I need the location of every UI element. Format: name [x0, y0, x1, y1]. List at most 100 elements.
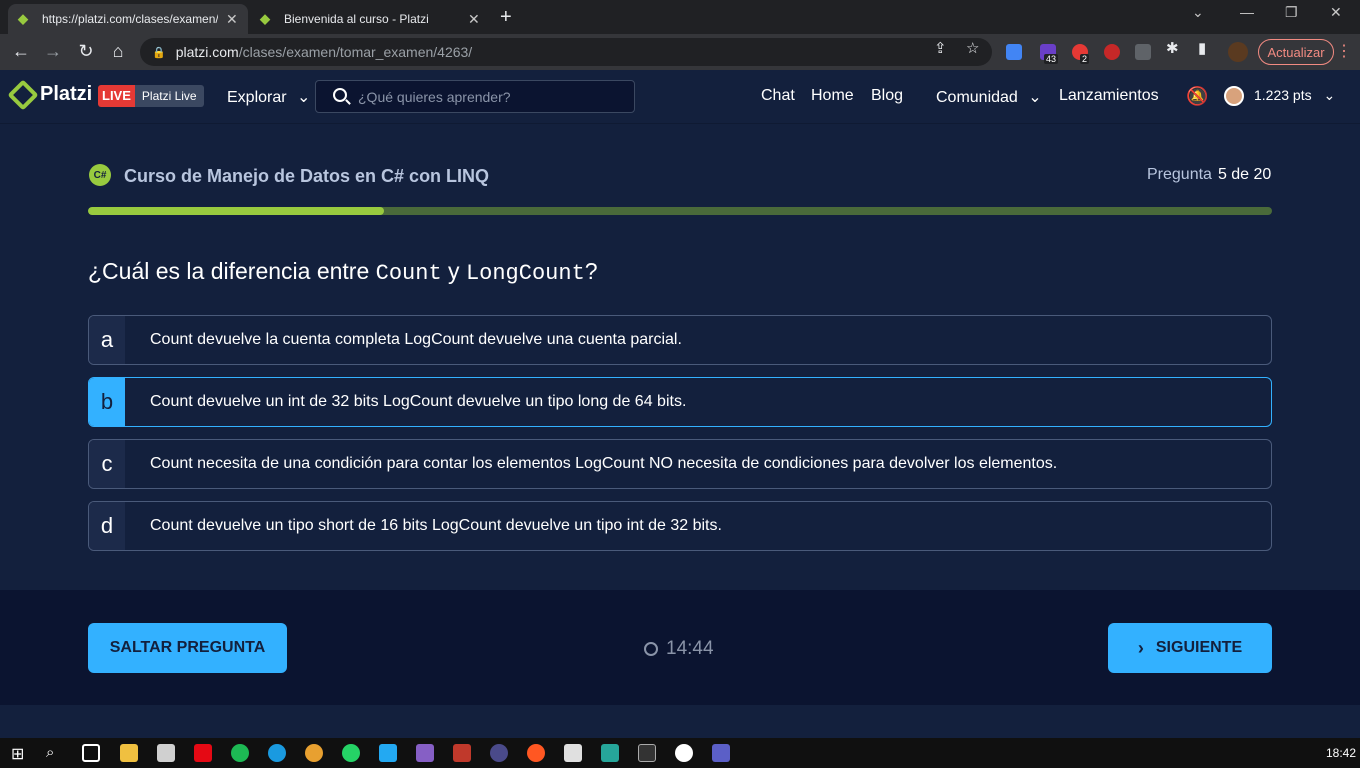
comunidad-label: Comunidad — [936, 89, 1018, 106]
spotify-icon[interactable] — [231, 744, 249, 762]
nav-home[interactable]: Home — [811, 87, 854, 105]
browser-menu-icon[interactable]: ⋮ — [1336, 41, 1352, 61]
answer-option-c[interactable]: c Count necesita de una condición para c… — [88, 439, 1272, 489]
exam-progress-bar — [88, 207, 1272, 215]
question-suffix: ? — [584, 258, 598, 284]
restore-icon[interactable]: ❐ — [1285, 4, 1298, 21]
option-letter: c — [89, 440, 125, 488]
app-icon[interactable] — [675, 744, 693, 762]
update-button[interactable]: Actualizar — [1258, 39, 1334, 65]
question-text: ¿Cuál es la diferencia entre Count y Lon… — [88, 258, 598, 286]
extension-icon[interactable] — [1104, 44, 1120, 60]
close-window-icon[interactable]: ✕ — [1330, 4, 1342, 21]
forward-icon[interactable]: → — [42, 41, 64, 62]
answer-option-a[interactable]: a Count devuelve la cuenta completa LogC… — [88, 315, 1272, 365]
whatsapp-icon[interactable] — [342, 744, 360, 762]
address-bar[interactable]: 🔒 platzi.com/clases/examen/tomar_examen/… — [140, 38, 992, 66]
app-icon[interactable] — [601, 744, 619, 762]
side-panel-icon[interactable]: ▮ — [1198, 39, 1206, 57]
translate-extension-icon[interactable] — [1006, 44, 1022, 60]
chrome-icon[interactable] — [305, 744, 323, 762]
extension-icon[interactable] — [1135, 44, 1151, 60]
search-icon[interactable]: ⌕ — [46, 744, 64, 762]
search-box[interactable] — [315, 80, 635, 113]
extension-badge: 43 — [1044, 54, 1059, 64]
nav-blog[interactable]: Blog — [871, 87, 903, 105]
visual-studio-icon[interactable] — [416, 744, 434, 762]
home-icon[interactable]: ⌂ — [107, 41, 129, 62]
platzi-logo[interactable]: Platzi — [7, 78, 93, 111]
user-avatar[interactable] — [1224, 86, 1244, 106]
course-title: Curso de Manejo de Datos en C# con LINQ — [124, 166, 490, 186]
option-letter: b — [89, 378, 125, 426]
option-text: Count devuelve un tipo short de 16 bits … — [150, 517, 722, 534]
page-bottom — [0, 705, 1360, 738]
app-icon[interactable] — [157, 744, 175, 762]
explore-label: Explorar — [227, 89, 287, 106]
next-label: SIGUIENTE — [1155, 639, 1243, 656]
user-points[interactable]: 1.223 pts ⌄ — [1254, 87, 1335, 104]
platzi-logo-icon — [7, 78, 39, 111]
search-input[interactable] — [358, 88, 618, 105]
explore-menu[interactable]: Explorar ⌄ — [227, 87, 310, 107]
platzi-live-badge[interactable]: LIVE Platzi Live — [98, 85, 204, 107]
browser-tab-welcome[interactable]: ◆ Bienvenida al curso - Platzi ✕ — [250, 4, 490, 34]
chevron-down-icon: ⌄ — [1323, 87, 1336, 103]
task-view-icon[interactable] — [82, 744, 100, 762]
option-text: Count devuelve un int de 32 bits LogCoun… — [150, 393, 687, 410]
extensions-puzzle-icon[interactable]: ✱ — [1166, 39, 1179, 57]
points-value: 1.223 pts — [1254, 87, 1312, 103]
question-counter-value: 5 de 20 — [1217, 166, 1272, 183]
extension-badge: 2 — [1080, 54, 1090, 64]
search-icon — [333, 88, 347, 102]
logo-text: Platzi — [40, 83, 93, 105]
exam-progress-fill — [88, 207, 384, 215]
app-icon[interactable] — [453, 744, 471, 762]
notifications-off-icon[interactable]: 🔕 — [1186, 86, 1208, 107]
terminal-icon[interactable] — [638, 744, 656, 762]
app-icon[interactable] — [564, 744, 582, 762]
app-icon[interactable] — [490, 744, 508, 762]
option-text: Count devuelve la cuenta completa LogCou… — [150, 331, 682, 348]
next-button[interactable]: › SIGUIENTE — [1108, 623, 1272, 673]
bookmark-star-icon[interactable]: ☆ — [966, 39, 979, 57]
url-path: /clases/examen/tomar_examen/4263/ — [238, 44, 473, 60]
reload-icon[interactable]: ↻ — [75, 41, 97, 62]
minimize-icon[interactable]: — — [1240, 4, 1254, 20]
timer-value: 14:44 — [666, 638, 714, 659]
chevron-right-icon: › — [1137, 637, 1144, 658]
teams-icon[interactable] — [712, 744, 730, 762]
profile-avatar[interactable] — [1228, 42, 1248, 62]
close-tab-icon[interactable]: ✕ — [226, 11, 238, 28]
close-tab-icon[interactable]: ✕ — [468, 11, 480, 28]
new-tab-icon[interactable]: + — [500, 6, 512, 29]
edge-icon[interactable] — [268, 744, 286, 762]
skip-question-button[interactable]: SALTAR PREGUNTA — [88, 623, 287, 673]
stopwatch-icon — [644, 642, 658, 656]
chevron-down-icon: ⌄ — [1028, 89, 1042, 106]
browser-tab-bar: ◆ https://platzi.com/clases/examen/ ✕ ◆ … — [0, 0, 1360, 34]
vscode-icon[interactable] — [379, 744, 397, 762]
platzi-favicon-icon: ◆ — [260, 11, 270, 26]
question-code-longcount: LongCount — [465, 261, 585, 286]
browser-tab-exam[interactable]: ◆ https://platzi.com/clases/examen/ ✕ — [8, 4, 248, 34]
netflix-icon[interactable] — [194, 744, 212, 762]
app-icon[interactable] — [527, 744, 545, 762]
option-letter: d — [89, 502, 125, 550]
answer-option-b[interactable]: b Count devuelve un int de 32 bits LogCo… — [88, 377, 1272, 427]
nav-lanzamientos[interactable]: Lanzamientos — [1059, 87, 1159, 105]
answer-option-d[interactable]: d Count devuelve un tipo short de 16 bit… — [88, 501, 1272, 551]
exam-footer: SALTAR PREGUNTA 14:44 › SIGUIENTE — [0, 590, 1360, 705]
nav-comunidad[interactable]: Comunidad ⌄ — [936, 87, 1042, 107]
url-host: platzi.com — [175, 44, 239, 60]
windows-start-icon[interactable]: ⊞ — [11, 744, 29, 763]
share-icon[interactable]: ⇪ — [934, 39, 947, 57]
browser-toolbar: ← → ↻ ⌂ 🔒 platzi.com/clases/examen/tomar… — [0, 34, 1360, 70]
back-icon[interactable]: ← — [10, 41, 32, 62]
platzi-favicon-icon: ◆ — [18, 11, 28, 26]
question-counter-label: Pregunta — [1147, 166, 1212, 183]
live-label: Platzi Live — [134, 85, 204, 107]
file-explorer-icon[interactable] — [120, 744, 138, 762]
tab-search-icon[interactable]: ⌄ — [1192, 4, 1204, 21]
nav-chat[interactable]: Chat — [761, 87, 795, 105]
